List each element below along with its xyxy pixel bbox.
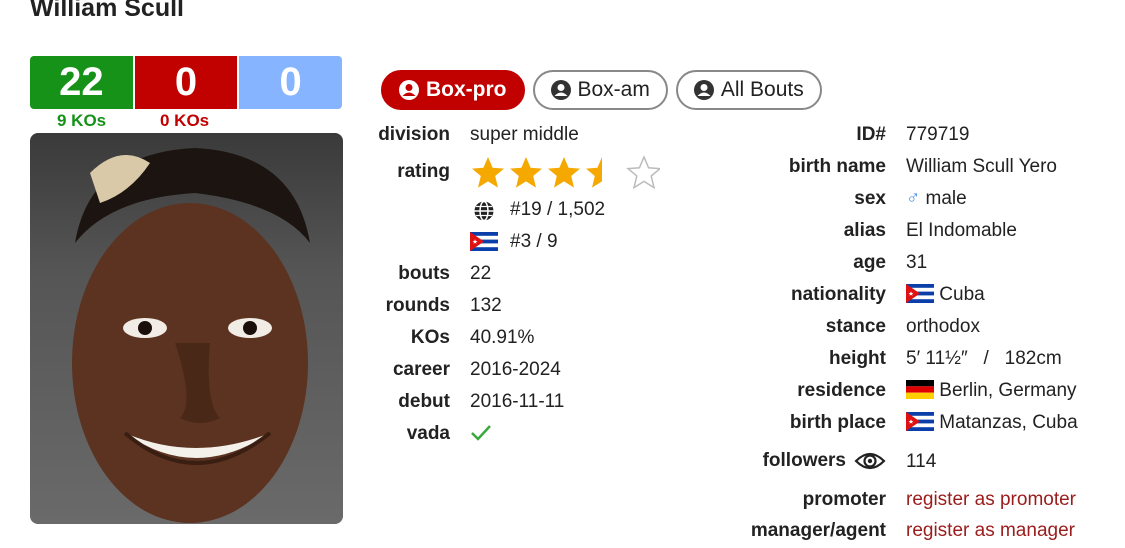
rounds-value: 132: [470, 295, 502, 316]
register-manager-link[interactable]: register as manager: [906, 520, 1075, 542]
age-value: 31: [906, 252, 928, 273]
stance-value: orthodox: [906, 316, 980, 337]
check-icon: [471, 425, 491, 441]
followers-value: 114: [906, 451, 937, 472]
sex-label: sex: [854, 188, 886, 209]
rounds-label: rounds: [385, 295, 450, 316]
record-tabs: Box-pro Box-am All Bouts: [381, 70, 822, 110]
birth-place-value: Matanzas, Cuba: [906, 412, 1078, 434]
debut-label: debut: [398, 391, 450, 412]
stance-label: stance: [825, 316, 886, 337]
user-circle-icon: [693, 80, 714, 100]
residence-label: residence: [797, 380, 886, 401]
bouts-label: bouts: [398, 263, 450, 284]
win-kos: 9 KOs: [57, 111, 107, 130]
sex-text: male: [925, 188, 967, 209]
user-circle-icon: [550, 80, 571, 100]
register-promoter-link[interactable]: register as promoter: [906, 489, 1076, 511]
boxer-photo-illustration: [72, 148, 310, 523]
id-label: ID#: [856, 124, 886, 145]
career-label: career: [392, 359, 450, 380]
eye-icon[interactable]: [854, 450, 886, 472]
kos-value: 40.91%: [470, 327, 535, 348]
male-icon: ♂: [906, 188, 921, 209]
cuba-flag-icon: [470, 232, 498, 251]
country-rank[interactable]: #3 / 9: [510, 231, 558, 253]
height-value: 5′ 11½″ / 182cm: [906, 348, 1062, 369]
age-label: age: [853, 252, 886, 273]
tab-all-bouts-label: All Bouts: [720, 78, 804, 101]
globe-icon: [474, 200, 494, 222]
height-label: height: [829, 348, 886, 369]
nationality-value[interactable]: Cuba: [906, 284, 985, 306]
tab-all-bouts[interactable]: All Bouts: [675, 70, 822, 110]
alias-label: alias: [843, 220, 886, 241]
followers-label: followers: [762, 450, 846, 471]
rating-stars: [470, 155, 660, 193]
boxer-photo: [30, 133, 343, 524]
nationality-label: nationality: [790, 284, 886, 305]
division-value[interactable]: super middle: [470, 124, 579, 146]
world-rank[interactable]: #19 / 1,502: [510, 199, 605, 221]
promoter-label: promoter: [802, 489, 886, 510]
draws-count: 0: [239, 56, 343, 109]
tab-box-pro-label: Box-pro: [426, 78, 507, 101]
kos-label: KOs: [410, 327, 450, 348]
birth-name-label: birth name: [788, 156, 886, 177]
nationality-text: Cuba: [939, 284, 985, 305]
record-bar: 22 0 0: [30, 56, 343, 109]
id-value: 779719: [906, 124, 970, 145]
germany-flag-icon: [906, 380, 934, 399]
vada-label: vada: [406, 423, 450, 444]
tab-box-am[interactable]: Box-am: [532, 70, 668, 110]
sex-value: ♂ male: [906, 188, 967, 210]
tab-box-am-label: Box-am: [577, 78, 650, 101]
alias-value: El Indomable: [906, 220, 1017, 241]
user-circle-icon: [399, 80, 419, 100]
followers-row-label: followers: [700, 450, 886, 472]
wins-count: 22: [30, 56, 133, 109]
residence-value: Berlin, Germany: [906, 380, 1077, 402]
residence-text: Berlin, Germany: [939, 380, 1077, 401]
birth-place-text: Matanzas, Cuba: [939, 412, 1078, 433]
debut-value[interactable]: 2016-11-11: [470, 391, 564, 413]
birth-place-label: birth place: [789, 412, 886, 433]
star-rating-icon: [472, 156, 660, 189]
loss-kos: 0 KOs: [160, 111, 210, 130]
division-label: division: [378, 124, 450, 145]
cuba-flag-icon: [906, 284, 934, 303]
tab-box-pro[interactable]: Box-pro: [381, 70, 525, 110]
losses-count: 0: [134, 56, 238, 109]
bouts-value: 22: [470, 263, 492, 284]
birth-name-value: William Scull Yero: [906, 156, 1057, 177]
boxer-name: William Scull: [30, 0, 184, 22]
career-value: 2016-2024: [470, 359, 561, 380]
cuba-flag-icon: [906, 412, 934, 431]
rating-label: rating: [397, 161, 450, 182]
manager-label: manager/agent: [750, 520, 886, 541]
